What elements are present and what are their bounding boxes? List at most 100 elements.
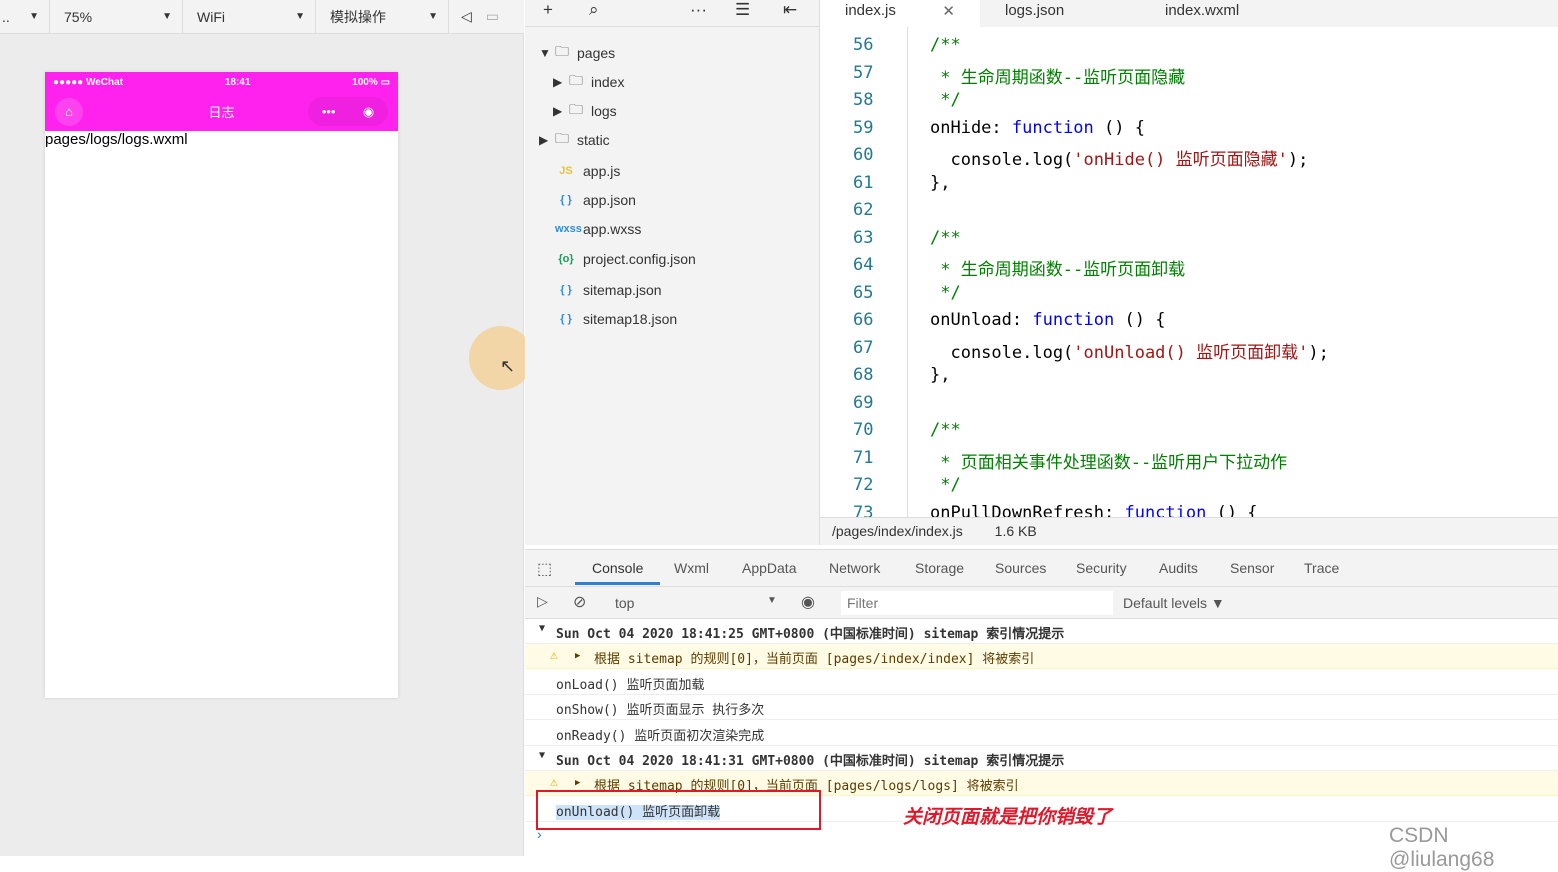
inspect-icon[interactable]: ⬚	[537, 559, 552, 579]
line-number: 64	[853, 255, 874, 275]
expand-caret-icon[interactable]: ▼	[539, 623, 545, 634]
more-icon[interactable]: ···	[690, 0, 707, 20]
tree-item[interactable]: ▶ 🗀 static	[539, 126, 610, 154]
code-token: /**	[930, 35, 961, 55]
file-icon: { }	[560, 313, 572, 325]
tab-console[interactable]: Console	[575, 560, 661, 585]
capsule-menu[interactable]: ••• ◉	[308, 97, 388, 126]
tree-item[interactable]: { } sitemap.json	[555, 276, 661, 304]
console-row[interactable]: onLoad() 监听页面加载	[525, 670, 1558, 695]
tree-item[interactable]: wxss app.wxss	[555, 215, 641, 243]
console-row[interactable]: onReady() 监听页面初次渲染完成	[525, 721, 1558, 746]
console-row[interactable]: onShow() 监听页面显示 执行多次	[525, 695, 1558, 721]
tab-trace[interactable]: Trace	[1304, 560, 1339, 576]
devtools-tabs: ⬚ Console Wxml AppData Network Storage Source…	[525, 550, 1558, 587]
sidebar-icon[interactable]: ▷	[537, 593, 548, 610]
expand-caret-icon[interactable]: ▶	[575, 778, 580, 788]
tab-storage[interactable]: Storage	[915, 560, 964, 576]
code-line: * 生命周期函数--监听页面卸载	[930, 255, 1185, 280]
folder-icon: 🗀	[555, 43, 569, 59]
prompt-icon[interactable]: ›	[537, 826, 542, 842]
warning-icon: ⚠	[550, 775, 558, 791]
add-icon[interactable]: +	[543, 0, 553, 20]
tab-network[interactable]: Network	[829, 560, 880, 576]
chevron-down-icon[interactable]: ▼	[767, 595, 777, 606]
network-select[interactable]: WiFi ▼	[183, 0, 316, 34]
more-icon[interactable]: •••	[322, 104, 336, 119]
console-row[interactable]: ▼ Sun Oct 04 2020 18:41:25 GMT+0800 (中国标准…	[525, 619, 1558, 644]
close-circle-icon[interactable]: ◉	[363, 104, 374, 120]
code-line: /**	[930, 228, 961, 248]
expand-caret-icon[interactable]: ▶	[575, 651, 580, 661]
code-token: /**	[930, 227, 961, 248]
device-select[interactable]: .. ▼	[0, 0, 50, 34]
console-row[interactable]: ▼ Sun Oct 04 2020 18:41:31 GMT+0800 (中国标准…	[525, 746, 1558, 771]
code-area[interactable]: 56 /** 57 * 生命周期函数--监听页面隐藏 58 */ 59 onHide: f…	[820, 27, 1558, 517]
volume-icon[interactable]: ◁	[461, 8, 472, 25]
zoom-select[interactable]: 75% ▼	[50, 0, 183, 34]
collapse-icon[interactable]: ☰	[735, 0, 750, 20]
tab-wxml[interactable]: Wxml	[674, 560, 709, 576]
tree-item[interactable]: JS app.js	[555, 157, 620, 185]
tab-index-js[interactable]: index.js ✕	[820, 0, 980, 27]
console-row[interactable]: ⚠ ▶ 根据 sitemap 的规则[0]，当前页面 [pages/index/in…	[525, 644, 1558, 670]
code-line: console.log('onUnload() 监听页面卸载');	[930, 338, 1328, 363]
code-token: () {	[1114, 310, 1166, 330]
code-token: */	[930, 475, 961, 495]
tree-item[interactable]: ▶ 🗀 index	[553, 68, 624, 96]
code-token: * 页面相关事件处理函数--监听用户下拉动作	[930, 452, 1288, 473]
tab-logs-json[interactable]: logs.json	[980, 0, 1140, 27]
code-token: 'onHide() 监听页面隐藏'	[1073, 150, 1288, 170]
window-icon[interactable]: ▭	[486, 8, 499, 25]
levels-select[interactable]: Default levels ▼	[1123, 595, 1225, 611]
tree-item[interactable]: ▼ 🗀 pages	[539, 39, 615, 67]
tree-item-label: app.json	[583, 192, 636, 208]
tree-item-label: app.wxss	[583, 221, 642, 237]
operation-select[interactable]: 模拟操作 ▼	[316, 0, 449, 34]
code-line: /**	[930, 35, 961, 55]
line-number: 68	[853, 365, 874, 385]
tab-security[interactable]: Security	[1076, 560, 1127, 576]
tab-audits[interactable]: Audits	[1159, 560, 1198, 576]
context-select[interactable]: top	[615, 595, 634, 611]
file-path: /pages/index/index.js	[832, 523, 963, 539]
tree-item[interactable]: { } sitemap18.json	[555, 305, 677, 333]
search-icon[interactable]: ⌕	[589, 0, 599, 20]
file-size: 1.6 KB	[994, 523, 1037, 539]
file-icon: { }	[560, 194, 572, 206]
tab-sources[interactable]: Sources	[995, 560, 1046, 576]
clear-icon[interactable]: ⊘	[573, 592, 586, 612]
filter-input[interactable]	[841, 591, 1113, 615]
tree-item[interactable]: { } app.json	[555, 186, 636, 214]
file-icon: {o}	[558, 253, 574, 265]
line-number: 66	[853, 310, 874, 330]
console-text: onLoad() 监听页面加载	[556, 677, 705, 693]
tree-toolbar: + ⌕ ··· ☰ ⇤	[525, 0, 819, 27]
sidebar-toggle-icon[interactable]: ⇤	[783, 0, 797, 20]
line-number: 60	[853, 145, 874, 165]
caret-icon[interactable]: ▶	[553, 104, 569, 118]
caret-icon[interactable]: ▶	[539, 133, 555, 147]
tab-sensor[interactable]: Sensor	[1230, 560, 1274, 576]
caret-icon[interactable]: ▶	[553, 75, 569, 89]
cursor-icon: ↖	[500, 356, 516, 376]
code-token: onPullDownRefresh:	[930, 502, 1125, 518]
carrier: ●●●●● WeChat	[53, 76, 124, 88]
chevron-down-icon: ▼	[162, 11, 172, 22]
expand-caret-icon[interactable]: ▼	[539, 750, 545, 761]
caret-icon[interactable]: ▼	[539, 46, 555, 60]
eye-icon[interactable]: ◉	[801, 592, 815, 612]
tree-item[interactable]: ▶ 🗀 logs	[553, 97, 617, 125]
tree-item[interactable]: {o} project.config.json	[555, 245, 695, 273]
code-token: onUnload:	[930, 310, 1033, 330]
code-token: function	[1124, 502, 1207, 518]
code-line: */	[930, 283, 960, 303]
chevron-down-icon: ▼	[29, 11, 39, 22]
console-text: onShow() 监听页面显示 执行多次	[556, 703, 765, 719]
line-number: 58	[853, 90, 874, 110]
home-icon[interactable]: ⌂	[55, 98, 83, 126]
close-icon[interactable]: ✕	[942, 2, 955, 20]
page-content: pages/logs/logs.wxml	[45, 131, 188, 148]
tab-index-wxml[interactable]: index.wxml	[1140, 0, 1264, 27]
tab-appdata[interactable]: AppData	[742, 560, 796, 576]
